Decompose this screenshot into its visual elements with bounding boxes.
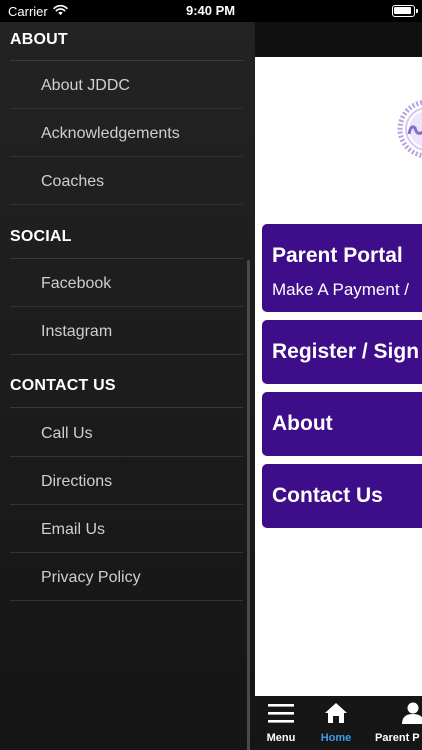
tile-title: Contact Us (272, 484, 383, 507)
section-title-social: SOCIAL (10, 228, 72, 245)
drawer-item-label: Directions (41, 473, 113, 490)
clock: 9:40 PM (186, 3, 236, 18)
menu-icon (268, 704, 294, 723)
drawer-item-coaches[interactable]: Coaches (10, 158, 243, 205)
drawer-item-label: Call Us (41, 425, 93, 442)
home-icon (325, 703, 347, 723)
section-title-contact: CONTACT US (10, 377, 116, 394)
main-content: Parent Portal Make A Payment / Register … (255, 22, 422, 750)
tile-subtitle: Make A Payment / (272, 280, 410, 299)
drawer-scrollbar[interactable] (247, 260, 250, 750)
tab-label: Parent P (375, 732, 420, 744)
battery-icon (392, 5, 418, 17)
divider (10, 60, 243, 61)
tile-title: Register / Sign (272, 340, 420, 363)
tab-home[interactable]: Home (318, 702, 354, 744)
tab-parent-portal[interactable]: Parent P (375, 702, 422, 744)
drawer-item-label: Facebook (41, 275, 112, 292)
carrier-label: Carrier (8, 4, 48, 19)
about-tile[interactable]: About (262, 392, 422, 456)
tab-menu[interactable]: Menu (263, 702, 299, 744)
club-logo (397, 99, 422, 159)
drawer-item-call-us[interactable]: Call Us (10, 410, 243, 457)
register-tile[interactable]: Register / Sign (262, 320, 422, 384)
drawer-item-instagram[interactable]: Instagram (10, 308, 243, 355)
user-icon (402, 702, 422, 724)
drawer-item-label: Email Us (41, 521, 106, 538)
drawer-item-email-us[interactable]: Email Us (10, 506, 243, 553)
drawer-item-label: Privacy Policy (41, 569, 141, 586)
drawer-item-label: Instagram (41, 323, 113, 340)
divider (10, 407, 243, 408)
tab-bar: Menu Home Parent P (255, 696, 422, 750)
drawer-item-privacy-policy[interactable]: Privacy Policy (10, 554, 243, 601)
parent-portal-tile[interactable]: Parent Portal Make A Payment / (262, 224, 422, 312)
tile-title: About (272, 412, 333, 435)
drawer-item-directions[interactable]: Directions (10, 458, 243, 505)
section-title-about: ABOUT (10, 31, 68, 48)
status-bar: Carrier 9:40 PM (0, 0, 422, 22)
drawer-item-label: Acknowledgements (41, 125, 180, 142)
divider (10, 258, 243, 259)
drawer-item-label: About JDDC (41, 77, 130, 94)
tile-title: Parent Portal (272, 244, 403, 267)
drawer-item-acknowledgements[interactable]: Acknowledgements (10, 110, 243, 157)
drawer-item-facebook[interactable]: Facebook (10, 260, 243, 307)
drawer-item-about-jddc[interactable]: About JDDC (10, 62, 243, 109)
side-drawer: ABOUT About JDDC Acknowledgements Coache… (0, 22, 255, 750)
nav-header (255, 22, 422, 57)
wifi-icon (53, 4, 68, 16)
tab-label: Home (320, 732, 352, 744)
drawer-item-label: Coaches (41, 173, 105, 190)
tab-label: Menu (266, 732, 296, 744)
contact-us-tile[interactable]: Contact Us (262, 464, 422, 528)
